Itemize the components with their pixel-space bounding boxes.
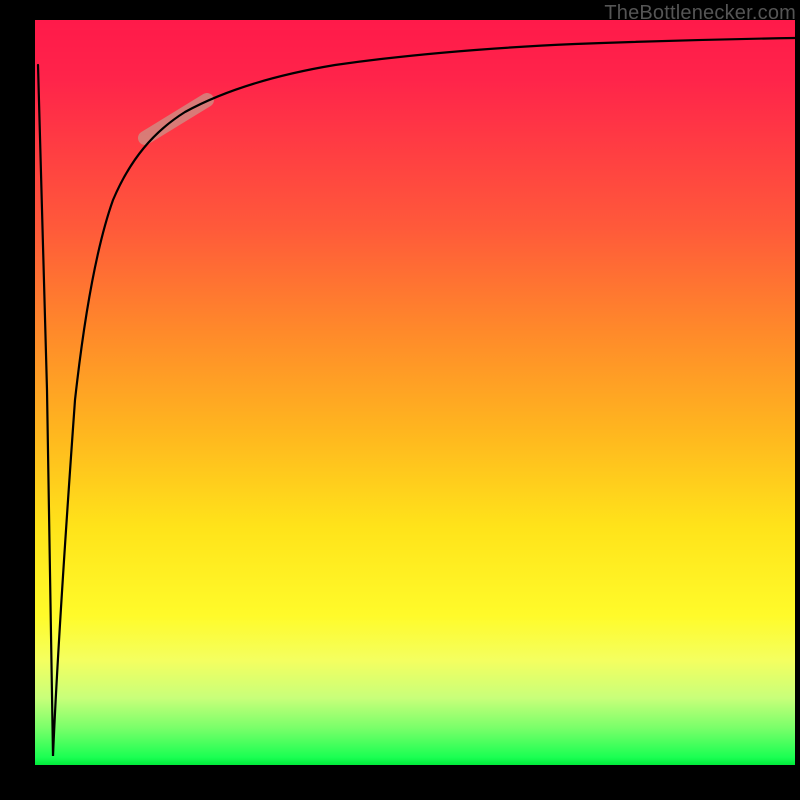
bottleneck-curve [38, 38, 795, 756]
bottleneck-chart: TheBottlenecker.com [0, 0, 800, 800]
plot-area [35, 20, 795, 765]
curve-layer [35, 20, 795, 765]
watermark-text: TheBottlenecker.com [604, 2, 796, 25]
